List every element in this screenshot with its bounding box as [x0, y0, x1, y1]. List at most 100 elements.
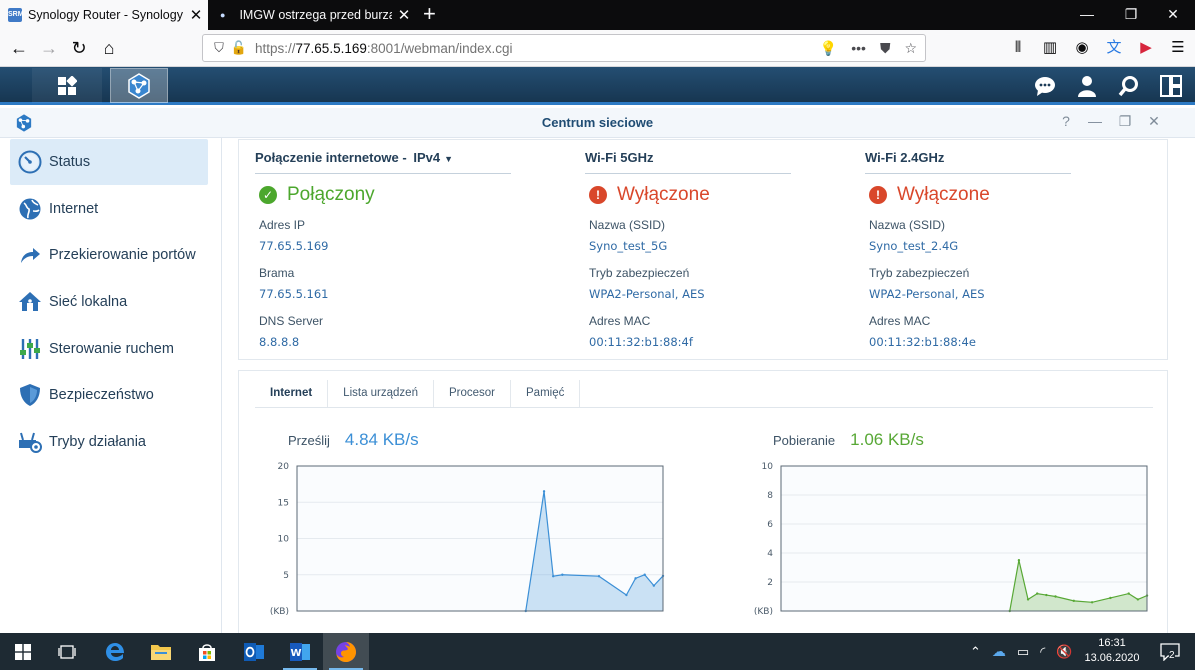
task-view-button[interactable]	[44, 633, 90, 670]
status-overview-panel: Połączenie internetowe - IPv4 ▼ ✓ Połączo…	[238, 139, 1168, 360]
chevron-down-icon: ▼	[444, 154, 453, 164]
sidebar-item-security[interactable]: Bezpieczeństwo	[10, 372, 208, 418]
field-label: Adres MAC	[869, 314, 931, 328]
wifi-5ghz-status: ! Wyłączone	[585, 183, 791, 207]
tab-synology[interactable]: SRM Synology Router - SynologyRo ✕	[0, 0, 208, 30]
library-icon[interactable]: ⫴	[1008, 36, 1028, 60]
tab-memory[interactable]: Pamięć	[511, 380, 581, 407]
sidebar-item-label: Sieć lokalna	[49, 294, 128, 310]
pocket-icon[interactable]: ⛊	[880, 40, 891, 57]
help-icon[interactable]: ?	[1056, 113, 1076, 129]
extension-icon[interactable]: ▶	[1136, 36, 1156, 60]
field-label: Tryb zabezpieczeń	[869, 266, 970, 280]
wifi-24ghz-status: ! Wyłączone	[865, 183, 1071, 207]
restore-icon[interactable]: ❐	[1109, 0, 1153, 30]
battery-icon[interactable]: ▭	[1017, 644, 1029, 660]
sidebar-item-port-forwarding[interactable]: Przekierowanie portów	[10, 232, 208, 278]
tab-imgw[interactable]: ● IMGW ostrzega przed burzami ✕	[208, 0, 416, 30]
sidebar-toggle-icon[interactable]: ▥	[1040, 36, 1060, 60]
wifi-24ghz-header: Wi-Fi 2.4GHz	[865, 140, 1071, 174]
close-window-icon[interactable]: ✕	[1151, 0, 1195, 30]
account-icon[interactable]: ◉	[1072, 36, 1092, 60]
globe-icon	[17, 196, 43, 222]
field-label: Adres MAC	[589, 314, 651, 328]
page-actions-icon[interactable]: •••	[851, 40, 866, 57]
user-icon[interactable]	[1075, 71, 1099, 101]
tab-internet[interactable]: Internet	[255, 380, 329, 407]
protocol-dropdown[interactable]: IPv4 ▼	[413, 150, 453, 165]
back-icon[interactable]: ←	[6, 36, 32, 60]
sidebar-item-label: Tryby działania	[49, 434, 146, 450]
sidebar-item-internet[interactable]: Internet	[10, 186, 208, 232]
tab-attention-dot-icon: ●	[220, 10, 226, 20]
system-clock[interactable]: 16:31 13.06.2020	[1082, 636, 1142, 666]
data-point	[561, 573, 564, 576]
home-network-icon	[17, 289, 43, 315]
show-hidden-icons-chevron-icon[interactable]: ⌃	[970, 644, 981, 660]
outlook-taskbar-button[interactable]	[231, 633, 277, 670]
data-point	[643, 573, 646, 576]
bookmark-star-icon[interactable]: ☆	[904, 40, 917, 57]
mac-address-value: 00:11:32:b1:88:4f	[589, 335, 693, 349]
tab-device-list[interactable]: Lista urządzeń	[328, 380, 434, 407]
field-label: Adres IP	[259, 218, 306, 232]
file-explorer-taskbar-button[interactable]	[138, 633, 184, 670]
close-tab-icon[interactable]: ✕	[392, 6, 416, 24]
url-bar[interactable]: ⛉ 🔓 https://77.65.5.169:8001/webman/inde…	[202, 34, 926, 62]
firefox-taskbar-button[interactable]	[323, 633, 369, 670]
sidebar-item-local-network[interactable]: Sieć lokalna	[10, 279, 208, 325]
network-center-taskbar-button[interactable]	[110, 68, 168, 103]
sidebar-item-operation-modes[interactable]: Tryby działania	[10, 419, 208, 465]
widgets-icon[interactable]	[1159, 71, 1183, 101]
upload-value: 4.84 KB/s	[344, 430, 419, 449]
window-maximize-icon[interactable]: ❐	[1115, 113, 1135, 130]
tab-title: IMGW ostrzega przed burzami	[239, 8, 392, 22]
y-axis-unit-label: (KB)	[270, 607, 289, 617]
menu-icon[interactable]: ☰	[1168, 36, 1188, 60]
notifications-chat-icon[interactable]	[1033, 71, 1057, 101]
store-taskbar-button[interactable]	[184, 633, 230, 670]
main-menu-button[interactable]	[32, 68, 102, 103]
edge-icon	[106, 642, 124, 661]
new-tab-button[interactable]: +	[423, 0, 436, 30]
y-axis-unit-label: (KB)	[754, 607, 773, 617]
download-chart: 2 4 6 8 10 (KB)	[754, 462, 1149, 617]
data-point	[1127, 592, 1130, 595]
search-icon[interactable]	[1117, 71, 1141, 101]
volume-muted-icon[interactable]: 🔇	[1056, 644, 1072, 660]
task-view-icon	[58, 644, 76, 659]
minimize-icon[interactable]: —	[1065, 0, 1109, 30]
sidebar-item-traffic-control[interactable]: Sterowanie ruchem	[10, 326, 208, 372]
tab-processor[interactable]: Procesor	[434, 380, 511, 407]
lightbulb-icon[interactable]: 💡	[820, 40, 837, 57]
window-minimize-icon[interactable]: —	[1085, 113, 1105, 129]
insecure-lock-icon[interactable]: 🔓	[229, 40, 249, 56]
action-center-button[interactable]: 2	[1152, 633, 1188, 670]
data-point	[552, 575, 555, 578]
word-taskbar-button[interactable]: W	[277, 633, 323, 670]
wifi-icon[interactable]: ◜	[1040, 644, 1045, 660]
data-point	[1072, 599, 1075, 603]
sidebar-item-status[interactable]: Status	[10, 139, 208, 185]
window-close-icon[interactable]: ✕	[1144, 113, 1164, 130]
forward-icon[interactable]: →	[36, 36, 62, 60]
data-point	[1045, 593, 1048, 597]
data-point	[634, 577, 637, 580]
data-point	[1026, 598, 1030, 601]
window-titlebar[interactable]: Centrum sieciowe ? — ❐ ✕	[0, 108, 1195, 138]
translate-icon[interactable]: 文	[1104, 36, 1124, 60]
onedrive-cloud-icon[interactable]: ☁	[992, 643, 1006, 660]
y-tick-label: 8	[767, 491, 773, 501]
reload-icon[interactable]: ↻	[66, 36, 92, 60]
tracking-shield-icon[interactable]: ⛉	[209, 40, 229, 56]
home-icon[interactable]: ⌂	[96, 36, 122, 60]
windows-taskbar: W ⌃ ☁ ▭ ◜ 🔇 16:31 13.06.2020 2	[0, 633, 1195, 670]
speedometer-icon	[17, 149, 43, 175]
data-point	[1136, 598, 1140, 601]
start-button[interactable]	[0, 633, 46, 670]
wifi-24ghz-column: Wi-Fi 2.4GHz ! Wyłączone Nazwa (SSID) Sy…	[865, 140, 1071, 351]
field-label: Brama	[259, 266, 295, 280]
edge-taskbar-button[interactable]	[92, 633, 138, 670]
close-tab-icon[interactable]: ✕	[184, 6, 208, 24]
data-point	[652, 584, 656, 587]
